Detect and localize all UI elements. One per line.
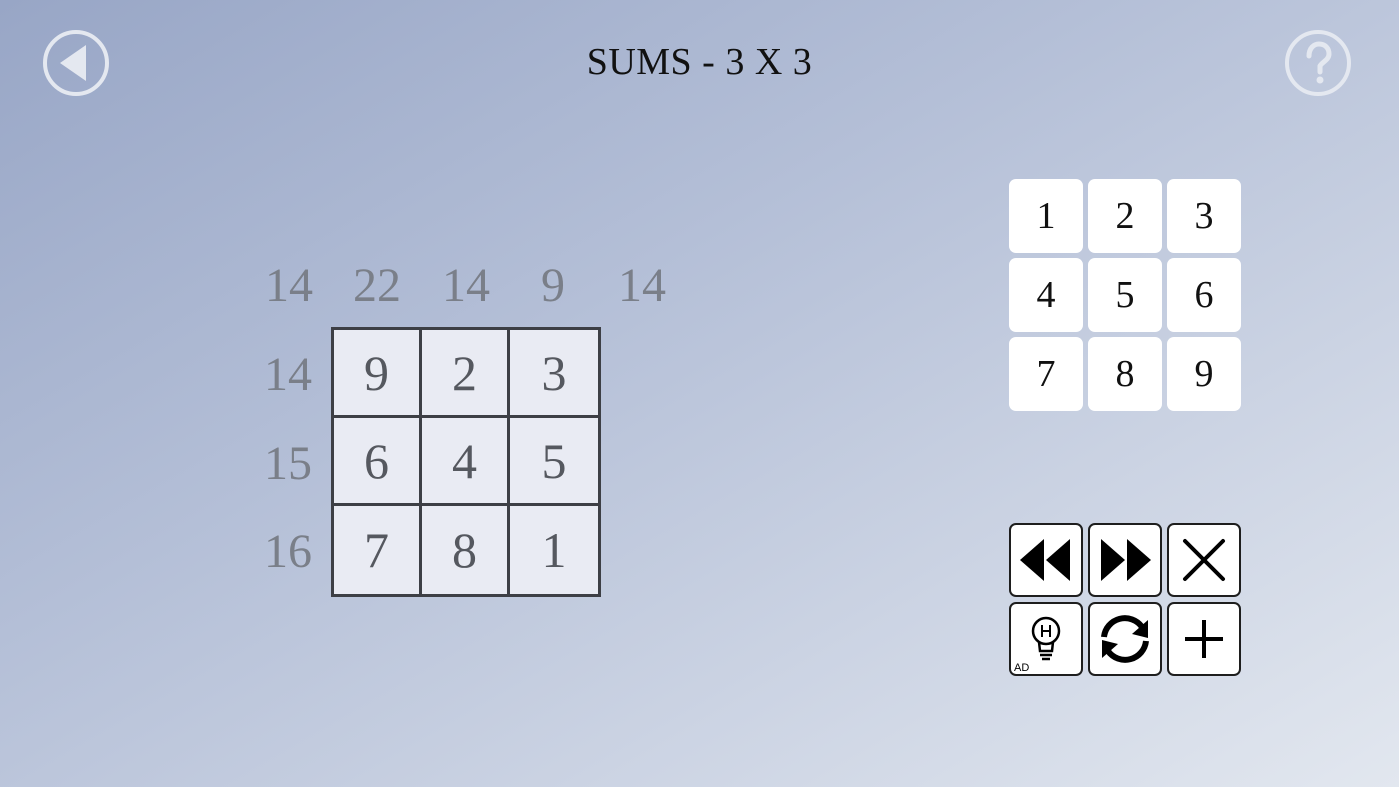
refresh-icon bbox=[1101, 615, 1149, 663]
number-key-2[interactable]: 2 bbox=[1088, 179, 1162, 253]
help-button[interactable] bbox=[1285, 30, 1351, 96]
column-clue: 9 bbox=[541, 259, 565, 312]
number-key-4[interactable]: 4 bbox=[1009, 258, 1083, 332]
redo-button[interactable] bbox=[1088, 523, 1162, 597]
number-key-9[interactable]: 9 bbox=[1167, 337, 1241, 411]
puzzle-grid: 9 2 3 6 4 5 7 8 1 bbox=[331, 327, 601, 597]
plus-icon bbox=[1185, 620, 1223, 658]
number-key-7[interactable]: 7 bbox=[1009, 337, 1083, 411]
grid-cell[interactable]: 9 bbox=[334, 330, 422, 418]
column-clue: 14 bbox=[442, 259, 490, 312]
column-clue: 22 bbox=[353, 259, 401, 312]
row-clue: 14 bbox=[264, 348, 312, 401]
row-clue: 15 bbox=[264, 437, 312, 490]
tool-panel: AD bbox=[1009, 523, 1242, 676]
number-key-6[interactable]: 6 bbox=[1167, 258, 1241, 332]
page-title: SUMS - 3 X 3 bbox=[586, 41, 813, 83]
grid-cell[interactable]: 1 bbox=[510, 506, 598, 594]
grid-cell[interactable]: 6 bbox=[334, 418, 422, 506]
number-key-3[interactable]: 3 bbox=[1167, 179, 1241, 253]
grid-cell[interactable]: 3 bbox=[510, 330, 598, 418]
fast-forward-icon bbox=[1101, 539, 1151, 581]
grid-cell[interactable]: 8 bbox=[422, 506, 510, 594]
grid-cell[interactable]: 5 bbox=[510, 418, 598, 506]
grid-cell[interactable]: 4 bbox=[422, 418, 510, 506]
ad-label: AD bbox=[1014, 662, 1030, 674]
close-icon bbox=[1183, 539, 1225, 581]
number-key-5[interactable]: 5 bbox=[1088, 258, 1162, 332]
number-pad: 1 2 3 4 5 6 7 8 9 bbox=[1009, 179, 1242, 411]
number-key-8[interactable]: 8 bbox=[1088, 337, 1162, 411]
row-clue: 16 bbox=[264, 525, 312, 578]
grid-cell[interactable]: 2 bbox=[422, 330, 510, 418]
rewind-icon bbox=[1020, 539, 1070, 581]
grid-cell[interactable]: 7 bbox=[334, 506, 422, 594]
undo-button[interactable] bbox=[1009, 523, 1083, 597]
number-key-1[interactable]: 1 bbox=[1009, 179, 1083, 253]
column-clue: 14 bbox=[265, 259, 313, 312]
clear-button[interactable] bbox=[1167, 523, 1241, 597]
help-question-icon bbox=[1306, 41, 1332, 84]
restart-button[interactable] bbox=[1088, 602, 1162, 676]
hint-button[interactable]: AD bbox=[1009, 602, 1083, 676]
column-clue: 14 bbox=[618, 259, 666, 312]
new-puzzle-button[interactable] bbox=[1167, 602, 1241, 676]
